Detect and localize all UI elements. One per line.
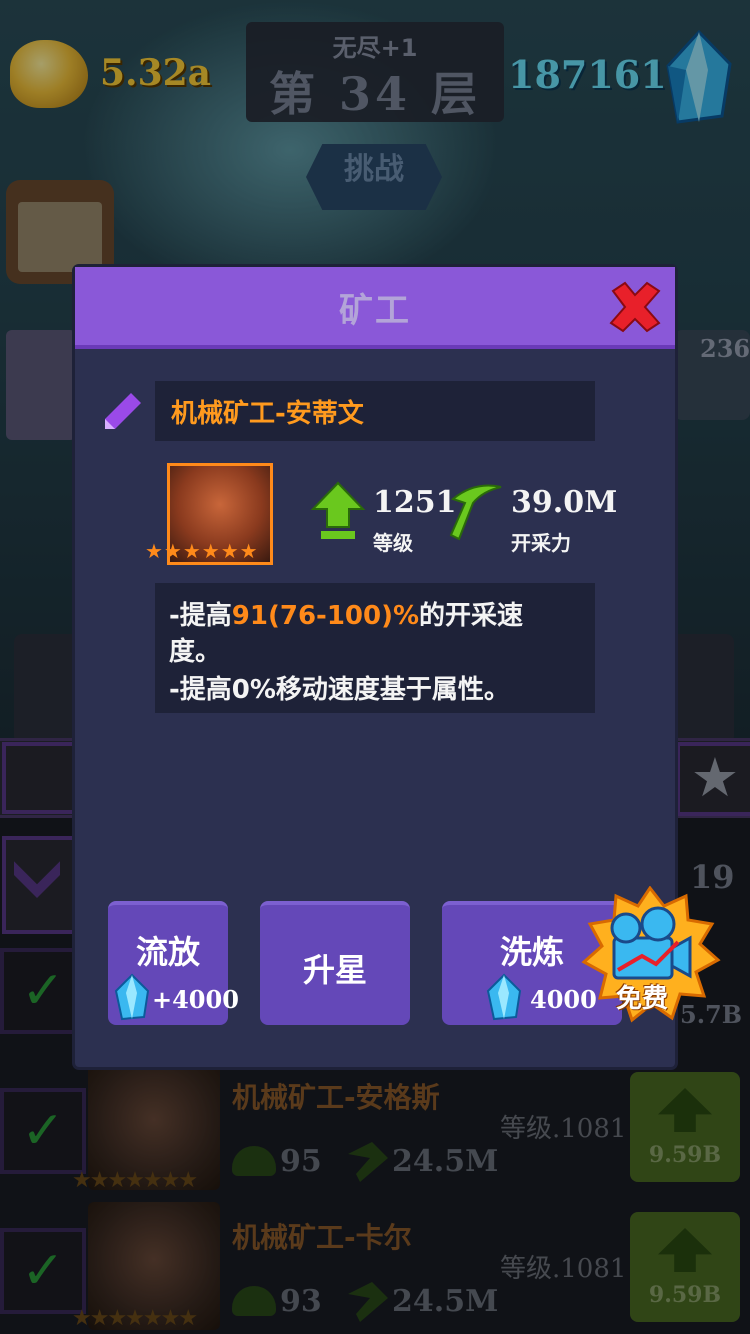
skill-description: -提高91(76-100)%的开采速 度。 -提高0%移动速度基于属性。 (155, 583, 595, 713)
blue-gem-icon (486, 973, 522, 1021)
exile-button[interactable]: 流放 +4000 (108, 901, 239, 1025)
desc-line-3: -提高0%移动速度基于属性。 (169, 675, 510, 705)
mining-power-label: 开采力 (511, 531, 571, 555)
level-up-icon (311, 481, 365, 539)
miner-name-field[interactable]: 机械矿工-安蒂文 (155, 381, 595, 441)
modal-title: 矿工 (339, 291, 411, 331)
desc-line-2: 度。 (169, 637, 222, 667)
pencil-icon[interactable] (101, 389, 145, 433)
pickaxe-icon (449, 484, 502, 541)
exile-label: 流放 (135, 933, 200, 971)
star-up-label: 升星 (302, 951, 367, 989)
modal-header: 矿工 (75, 267, 675, 349)
miner-stars: ★★★★★★ (145, 539, 259, 563)
close-icon[interactable] (605, 279, 665, 335)
free-label: 免费 (616, 984, 669, 1014)
blue-gem-icon (114, 973, 150, 1021)
mining-power-value: 39.0M (511, 485, 618, 520)
desc-highlight: 91(76-100)% (231, 601, 420, 631)
level-value: 1251 (373, 485, 457, 520)
star-up-button[interactable]: 升星 (260, 901, 410, 1025)
level-label: 等级 (373, 531, 413, 555)
exile-cost: +4000 (152, 985, 239, 1014)
miner-name: 机械矿工-安蒂文 (171, 399, 364, 429)
desc-line-1: -提高91(76-100)%的开采速 (169, 601, 524, 631)
